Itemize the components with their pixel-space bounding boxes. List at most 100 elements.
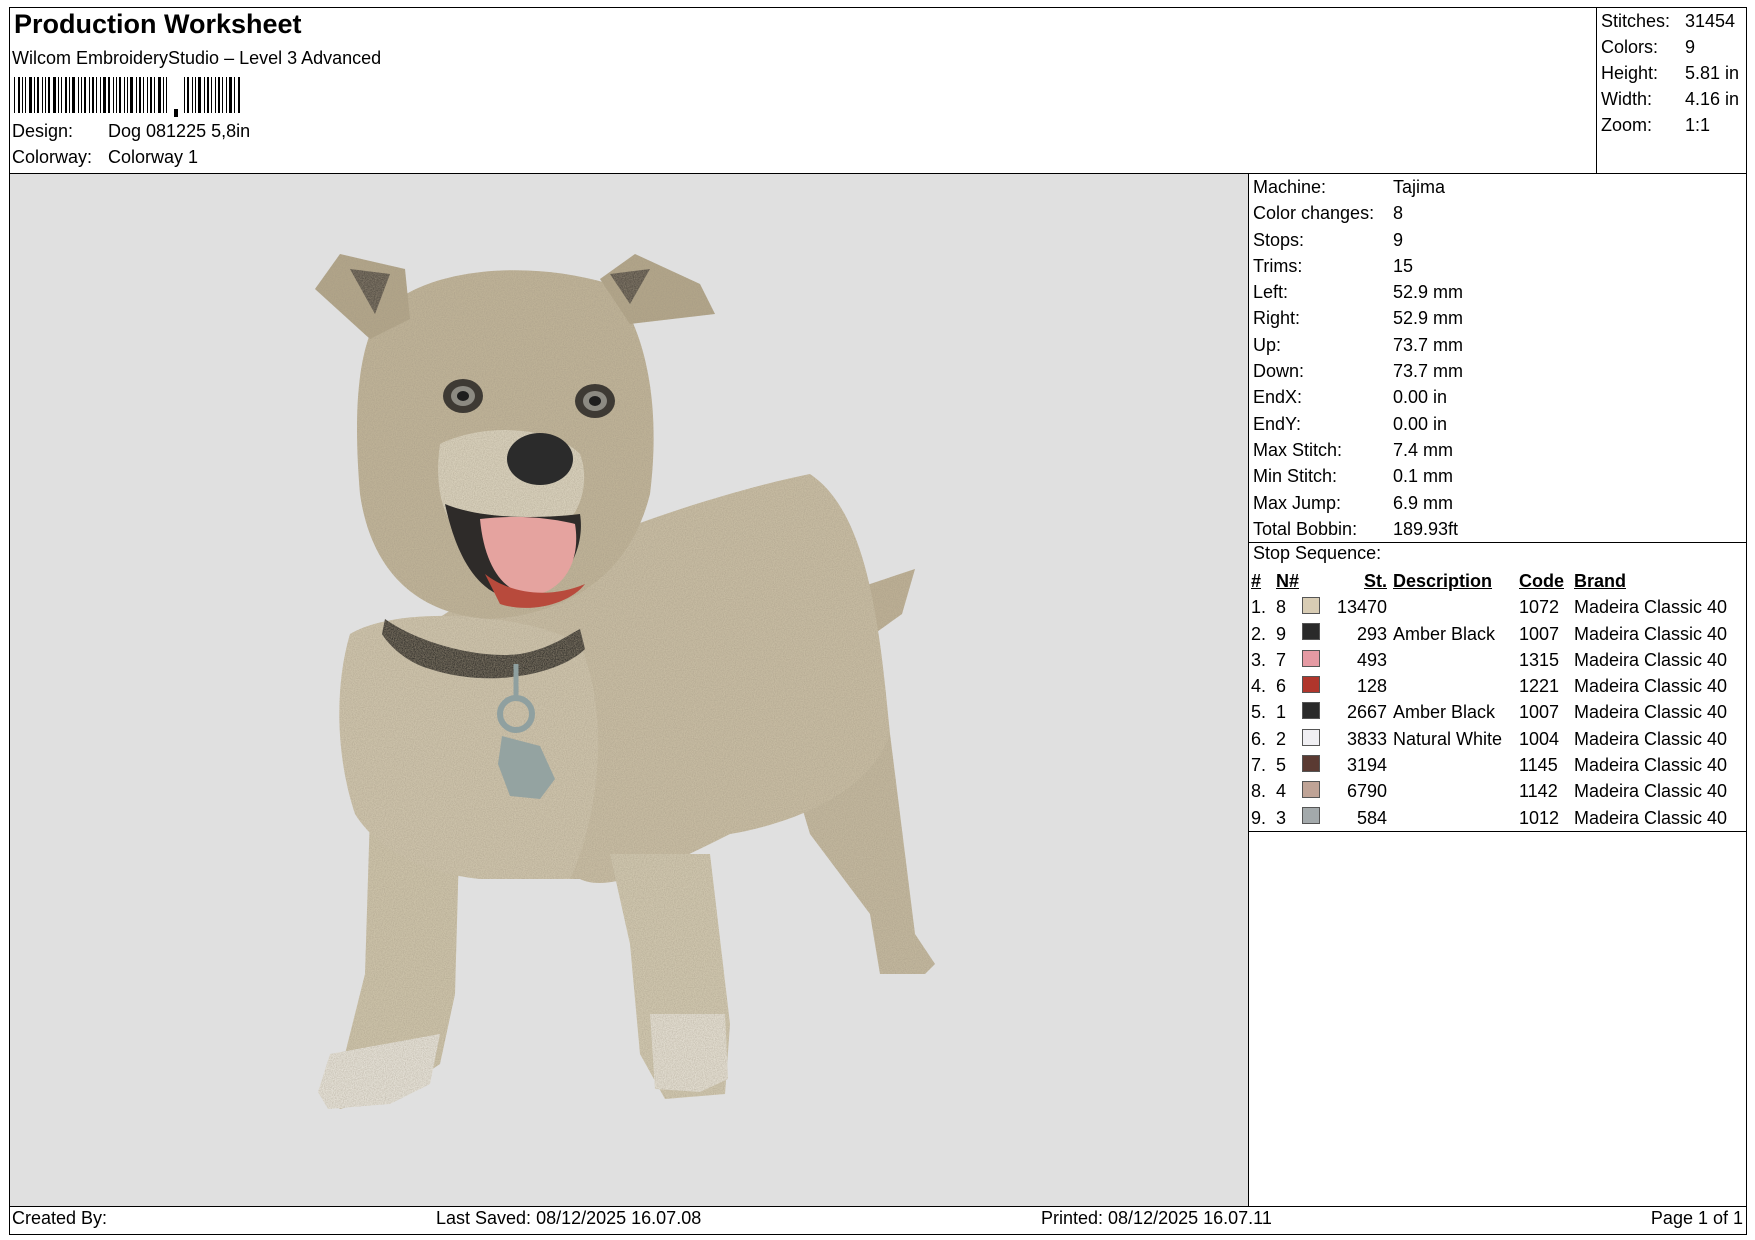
software-name: Wilcom EmbroideryStudio – Level 3 Advanc… xyxy=(12,48,382,68)
barcode-bar xyxy=(195,77,196,113)
width-label: Width: xyxy=(1601,89,1653,109)
thread-brand: Madeira Classic 40 xyxy=(1574,623,1728,644)
needle-number: 3 xyxy=(1276,807,1287,828)
thread-code: 1315 xyxy=(1519,649,1560,670)
machine-stat-row: EndX: 0.00 in xyxy=(1253,384,1749,410)
thread-brand: Madeira Classic 40 xyxy=(1574,781,1728,802)
stitch-count: 13470 xyxy=(1336,597,1387,618)
stat-label: Stops: xyxy=(1253,229,1305,250)
stitches-row: Stitches: 31454 xyxy=(1601,8,1751,34)
barcode-bar xyxy=(45,77,46,113)
stat-value: 189.93ft xyxy=(1393,518,1459,539)
swatch-cell xyxy=(1302,752,1330,778)
thread-code: 1007 xyxy=(1519,623,1560,644)
design-info: Design: Dog 081225 5,8in xyxy=(12,121,250,142)
stitch-count: 2667 xyxy=(1346,702,1387,723)
barcode-bar xyxy=(234,77,235,113)
machine-stat-row: Max Jump: 6.9 mm xyxy=(1253,490,1749,516)
machine-stat-row: Min Stitch: 0.1 mm xyxy=(1253,463,1749,489)
needle-number: 4 xyxy=(1276,781,1287,802)
colorway-name: Colorway 1 xyxy=(108,147,199,167)
stat-value: 73.7 mm xyxy=(1393,361,1464,382)
barcode-bar xyxy=(34,77,35,113)
machine-stat-row: Trims: 15 xyxy=(1253,253,1749,279)
barcode-bar xyxy=(84,77,86,113)
thread-code: 1221 xyxy=(1519,676,1560,697)
table-row: 3. 7 493 1315 Madeira Classic 40 xyxy=(1251,647,1751,673)
header-code: Code xyxy=(1519,571,1564,591)
colors-value: 9 xyxy=(1685,37,1696,57)
row-num: 1. xyxy=(1251,597,1267,618)
table-row: 7. 5 3194 1145 Madeira Classic 40 xyxy=(1251,752,1751,778)
printed-date: Printed: 08/12/2025 16.07.11 xyxy=(1041,1208,1272,1228)
barcode-bar xyxy=(116,77,117,113)
needle-number: 6 xyxy=(1276,676,1287,697)
stitch-count: 3194 xyxy=(1346,755,1387,776)
barcode-bar xyxy=(130,77,133,113)
barcode xyxy=(14,75,379,117)
thread-description xyxy=(1393,752,1519,778)
footer-rule xyxy=(9,1206,1747,1207)
table-row: 8. 4 6790 1142 Madeira Classic 40 xyxy=(1251,778,1751,804)
barcode-bar xyxy=(150,77,152,113)
table-row: 5. 1 2667 Amber Black 1007 Madeira Classic 40 xyxy=(1251,699,1751,725)
stat-value: 0.00 in xyxy=(1393,413,1448,434)
barcode-bar xyxy=(143,77,144,113)
stat-label: Right: xyxy=(1253,308,1301,329)
barcode-bar xyxy=(174,109,178,117)
barcode-bar xyxy=(65,77,67,113)
needle-number: 2 xyxy=(1276,728,1287,749)
barcode-bar xyxy=(113,77,114,113)
table-row: 6. 2 3833 Natural White 1004 Madeira Classic … xyxy=(1251,726,1751,752)
stitches-label: Stitches: xyxy=(1601,11,1671,31)
table-row: 9. 3 584 1012 Madeira Classic 40 xyxy=(1251,805,1751,831)
barcode-bar xyxy=(204,77,205,113)
header-stitches: St. xyxy=(1363,571,1387,591)
stat-value: 9 xyxy=(1393,229,1404,250)
barcode-bar xyxy=(96,77,97,113)
thread-brand: Madeira Classic 40 xyxy=(1574,807,1728,828)
barcode-bar xyxy=(187,77,189,113)
barcode-bar xyxy=(100,77,101,113)
barcode-bar xyxy=(166,77,167,113)
barcode-bar xyxy=(72,77,75,113)
colors-row: Colors: 9 xyxy=(1601,34,1751,60)
stat-value: Tajima xyxy=(1393,177,1446,197)
table-row: 2. 9 293 Amber Black 1007 Madeira Classic 40 xyxy=(1251,621,1751,647)
thread-description: Natural White xyxy=(1393,728,1503,749)
color-swatch xyxy=(1302,702,1320,720)
barcode-bar xyxy=(127,77,128,113)
stat-value: 0.00 in xyxy=(1393,387,1448,408)
color-swatch xyxy=(1302,728,1320,746)
barcode-bar xyxy=(211,77,212,113)
thread-code: 1012 xyxy=(1519,807,1560,828)
row-num: 9. xyxy=(1251,807,1267,828)
stat-label: Trims: xyxy=(1253,255,1303,276)
barcode-bar xyxy=(207,77,209,113)
barcode-bar xyxy=(215,77,216,113)
machine-stat-row: Max Stitch: 7.4 mm xyxy=(1253,437,1749,463)
barcode-bar xyxy=(222,77,223,113)
stitch-count: 128 xyxy=(1356,676,1387,697)
zoom-row: Zoom: 1:1 xyxy=(1601,112,1751,138)
row-num: 6. xyxy=(1251,728,1267,749)
stat-value: 73.7 mm xyxy=(1393,334,1464,355)
stop-sequence-title: Stop Sequence: xyxy=(1253,543,1382,563)
swatch-cell xyxy=(1302,647,1330,673)
colorway-label: Colorway: xyxy=(12,147,93,167)
barcode-bar xyxy=(29,77,32,113)
swatch-cell xyxy=(1302,594,1330,620)
thread-brand: Madeira Classic 40 xyxy=(1574,702,1728,723)
stat-label: Left: xyxy=(1253,282,1289,303)
thread-code: 1145 xyxy=(1519,755,1558,776)
thread-code: 1004 xyxy=(1519,728,1560,749)
height-label: Height: xyxy=(1601,63,1659,83)
barcode-bar xyxy=(14,77,15,113)
last-saved: Last Saved: 08/12/2025 16.07.08 xyxy=(436,1208,702,1228)
barcode-bar xyxy=(81,77,82,113)
barcode-bar xyxy=(184,77,185,113)
row-num: 4. xyxy=(1251,676,1267,697)
barcode-bar xyxy=(154,77,155,113)
page-number: Page 1 of 1 xyxy=(1650,1208,1743,1228)
barcode-bar xyxy=(78,77,79,113)
